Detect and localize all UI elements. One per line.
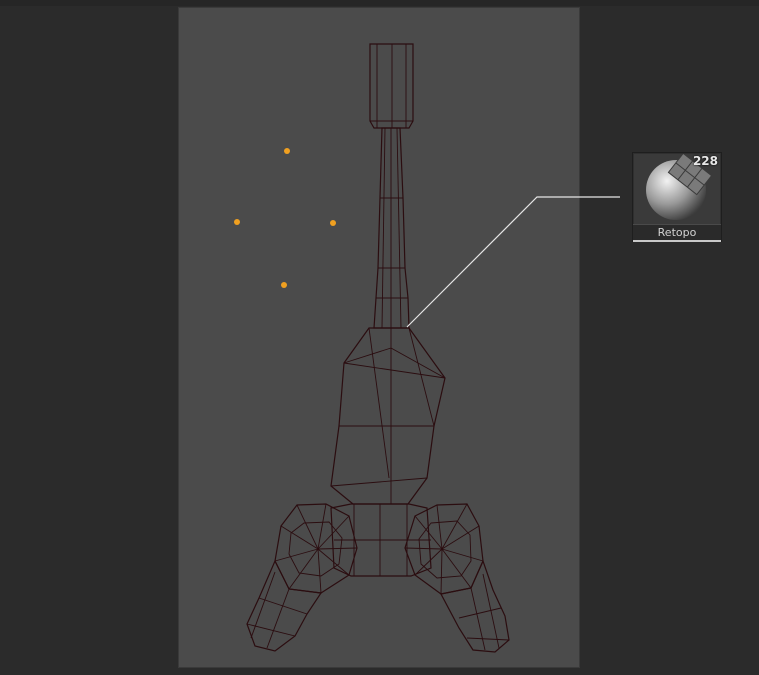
control-point-left[interactable]	[234, 219, 240, 225]
retopo-brush-tile[interactable]: 228 Retopo	[632, 152, 722, 242]
mesh-right-leg[interactable]	[440, 559, 510, 653]
mesh-viewport[interactable]: .fill { fill: #7a2a2e; } .wire { fill: n…	[179, 8, 579, 667]
brush-count-badge: 228	[692, 154, 718, 168]
mesh-handle[interactable]	[369, 43, 414, 329]
mesh-left-hub[interactable]	[274, 503, 358, 594]
control-points	[234, 148, 336, 288]
viewport-canvas[interactable]: .fill { fill: #7a2a2e; } .wire { fill: n…	[178, 7, 580, 668]
brush-selected-indicator	[633, 240, 721, 242]
control-point-top[interactable]	[284, 148, 290, 154]
control-point-bottom[interactable]	[281, 282, 287, 288]
control-point-right[interactable]	[330, 220, 336, 226]
mesh-right-hub[interactable]	[404, 503, 484, 595]
zbrush-workspace: .fill { fill: #7a2a2e; } .wire { fill: n…	[0, 0, 759, 675]
brush-label: Retopo	[633, 224, 721, 241]
top-toolbar-strip	[0, 0, 759, 6]
mesh-body[interactable]	[330, 327, 446, 505]
